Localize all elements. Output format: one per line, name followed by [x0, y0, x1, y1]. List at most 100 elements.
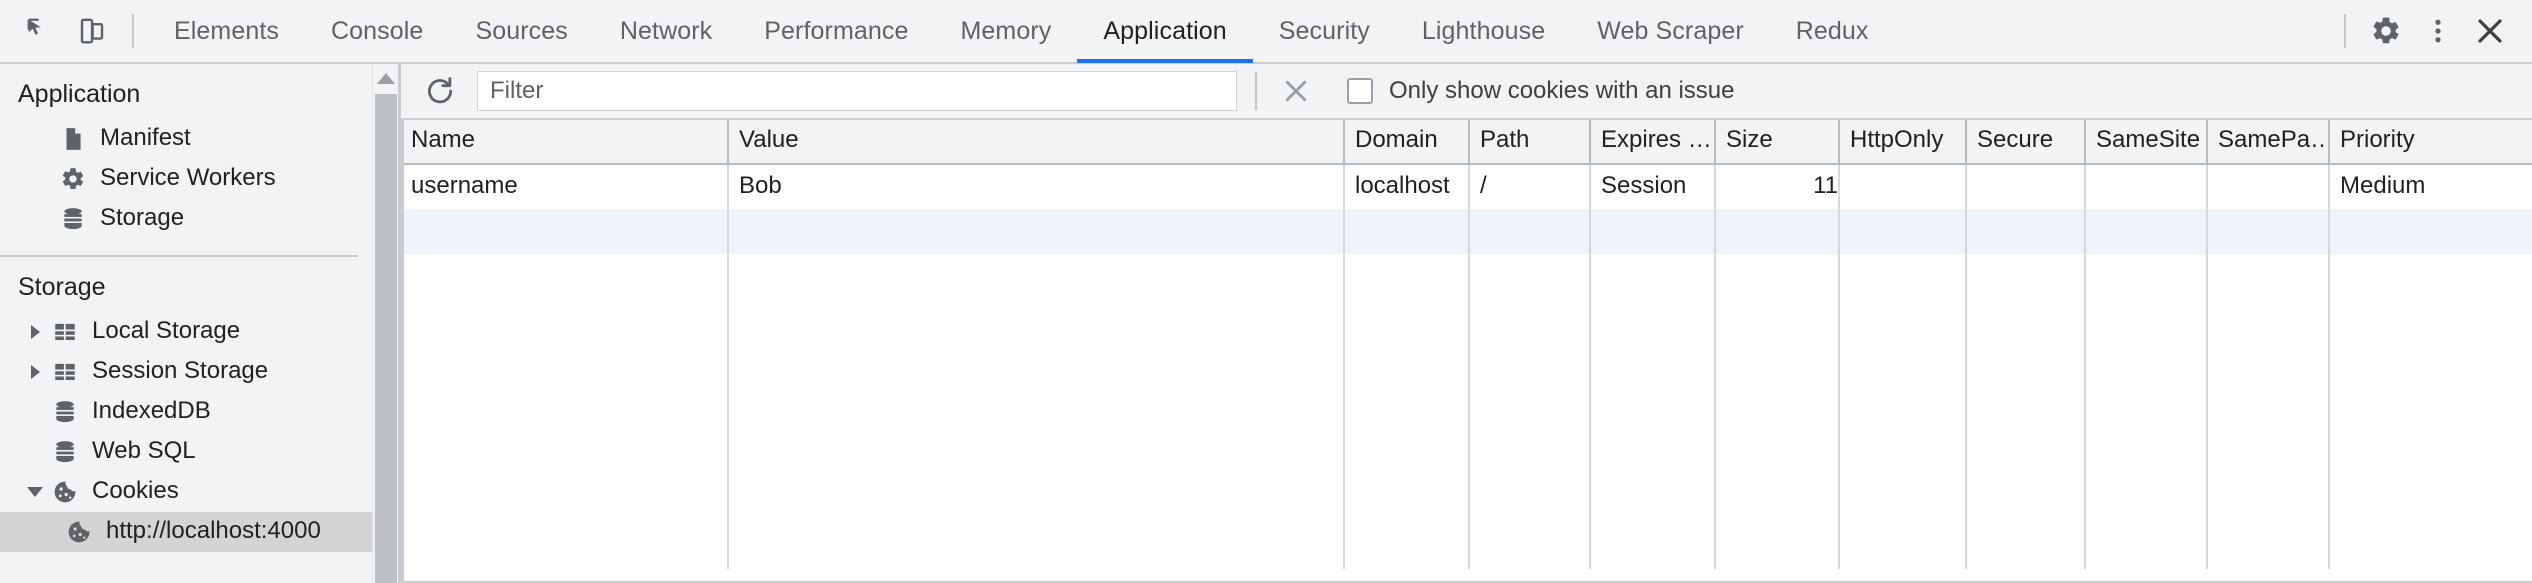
database-icon	[48, 439, 82, 465]
tab-security[interactable]: Security	[1253, 0, 1396, 63]
scroll-up-arrow-icon[interactable]	[373, 64, 398, 92]
cell-httponly[interactable]	[1839, 164, 1967, 209]
column-header-value[interactable]: Value	[728, 120, 1345, 165]
only-issues-checkbox[interactable]	[1347, 78, 1373, 104]
cell-size[interactable]: 11	[1715, 164, 1840, 209]
sidebar-item-label: Service Workers	[100, 163, 276, 191]
database-icon	[56, 206, 90, 232]
sidebar-item-indexeddb[interactable]: IndexedDB	[0, 392, 372, 432]
devtools-window: Elements Console Sources Network Perform…	[0, 0, 2532, 583]
tab-network[interactable]: Network	[594, 0, 738, 63]
toolbar-divider	[132, 14, 134, 48]
tab-memory[interactable]: Memory	[934, 0, 1077, 63]
column-header-expires[interactable]: Expires …	[1590, 120, 1716, 165]
tab-label: Elements	[174, 16, 280, 45]
column-header-samepa[interactable]: SamePa…	[2207, 120, 2330, 165]
cookies-filter-bar: Only show cookies with an issue	[401, 64, 2532, 120]
clear-filter-icon[interactable]	[1273, 68, 1319, 114]
table-left-border	[401, 120, 404, 583]
tab-sources[interactable]: Sources	[449, 0, 593, 63]
sidebar-scrollbar[interactable]	[372, 64, 398, 583]
sidebar-item-label: Storage	[100, 203, 185, 231]
sidebar-item-service-workers[interactable]: Service Workers	[0, 159, 372, 199]
cookies-table-container: Name Value Domain Path Expires … Size Ht…	[401, 120, 2532, 583]
column-header-samesite[interactable]: SameSite	[2085, 120, 2208, 165]
tab-lighthouse[interactable]: Lighthouse	[1396, 0, 1571, 63]
column-header-name[interactable]: Name	[401, 120, 729, 165]
tab-console[interactable]: Console	[305, 0, 449, 63]
table-row-empty	[401, 344, 2532, 389]
sidebar-group-storage: Storage Local Storage Session Storage In…	[0, 257, 372, 560]
only-issues-checkbox-row[interactable]: Only show cookies with an issue	[1347, 77, 1735, 105]
cell-samesite[interactable]	[2085, 164, 2208, 209]
sidebar-item-label: Local Storage	[92, 316, 241, 344]
tab-label: Sources	[475, 16, 568, 45]
cell-name[interactable]: username	[401, 164, 729, 209]
chevron-right-icon[interactable]	[22, 325, 48, 339]
sidebar-item-web-sql[interactable]: Web SQL	[0, 432, 372, 472]
sidebar-item-session-storage[interactable]: Session Storage	[0, 352, 372, 392]
sidebar-section-title-storage: Storage	[18, 273, 106, 301]
application-sidebar: Application Manifest Service Workers Sto…	[0, 64, 372, 583]
cell-samepa[interactable]	[2207, 164, 2330, 209]
database-icon	[48, 399, 82, 425]
table-row-empty	[401, 479, 2532, 524]
tab-web-scraper[interactable]: Web Scraper	[1571, 0, 1770, 63]
sidebar-item-label: Manifest	[100, 123, 191, 151]
cell-expires[interactable]: Session	[1590, 164, 1716, 209]
tab-label: Web Scraper	[1597, 16, 1744, 45]
table-row[interactable]: username Bob localhost / Session 11 Medi…	[401, 164, 2532, 209]
tab-redux[interactable]: Redux	[1770, 0, 1895, 63]
inspect-element-icon[interactable]	[14, 5, 66, 57]
column-header-domain[interactable]: Domain	[1344, 120, 1470, 165]
column-header-priority[interactable]: Priority	[2329, 120, 2532, 165]
filter-divider	[1255, 72, 1257, 110]
table-row-empty	[401, 524, 2532, 569]
cookie-icon	[48, 479, 82, 505]
table-row-empty	[401, 434, 2532, 479]
search-input[interactable]	[477, 71, 1237, 111]
sidebar-item-cookie-origin-localhost[interactable]: http://localhost:4000	[0, 512, 372, 552]
cell-secure[interactable]	[1966, 164, 2086, 209]
toolbar-divider-right	[2344, 14, 2346, 48]
scrollbar-thumb[interactable]	[375, 94, 397, 583]
cookies-panel: Only show cookies with an issue Name Val…	[401, 64, 2532, 583]
cell-value[interactable]: Bob	[728, 164, 1345, 209]
cell-priority[interactable]: Medium	[2329, 164, 2532, 209]
tab-label: Performance	[764, 16, 909, 45]
cookies-table: Name Value Domain Path Expires … Size Ht…	[401, 120, 2532, 569]
column-header-secure[interactable]: Secure	[1966, 120, 2086, 165]
tab-label: Network	[619, 16, 713, 45]
tab-elements[interactable]: Elements	[148, 0, 305, 63]
table-header-row: Name Value Domain Path Expires … Size Ht…	[401, 120, 2532, 165]
column-header-size[interactable]: Size	[1715, 120, 1840, 165]
devtools-toolbar: Elements Console Sources Network Perform…	[0, 0, 2532, 64]
cell-path[interactable]: /	[1469, 164, 1591, 209]
table-row-empty	[401, 389, 2532, 434]
sidebar-item-label: Cookies	[92, 476, 179, 504]
sidebar-item-manifest[interactable]: Manifest	[0, 119, 372, 159]
sidebar-item-cookies[interactable]: Cookies	[0, 472, 372, 512]
sidebar-item-label: Web SQL	[92, 436, 196, 464]
column-header-path[interactable]: Path	[1469, 120, 1591, 165]
cell-domain[interactable]: localhost	[1344, 164, 1470, 209]
tab-application[interactable]: Application	[1077, 0, 1254, 63]
panel-tabs: Elements Console Sources Network Perform…	[148, 0, 2330, 63]
sidebar-item-label: Session Storage	[92, 356, 269, 384]
sidebar-item-local-storage[interactable]: Local Storage	[0, 312, 372, 352]
sidebar-item-storage[interactable]: Storage	[0, 199, 372, 239]
kebab-menu-icon[interactable]	[2412, 5, 2464, 57]
column-header-httponly[interactable]: HttpOnly	[1839, 120, 1967, 165]
gear-icon	[56, 166, 90, 192]
tab-performance[interactable]: Performance	[738, 0, 934, 63]
cookies-table-header: Name Value Domain Path Expires … Size Ht…	[401, 120, 2532, 165]
chevron-down-icon[interactable]	[22, 487, 48, 497]
tab-label: Security	[1278, 16, 1370, 45]
table-grid-icon	[48, 319, 82, 345]
chevron-right-icon[interactable]	[22, 365, 48, 379]
sidebar-group-application: Application Manifest Service Workers Sto…	[0, 64, 372, 247]
device-toolbar-icon[interactable]	[66, 5, 118, 57]
close-icon[interactable]	[2464, 5, 2516, 57]
refresh-icon[interactable]	[415, 66, 465, 116]
gear-icon[interactable]	[2360, 5, 2412, 57]
